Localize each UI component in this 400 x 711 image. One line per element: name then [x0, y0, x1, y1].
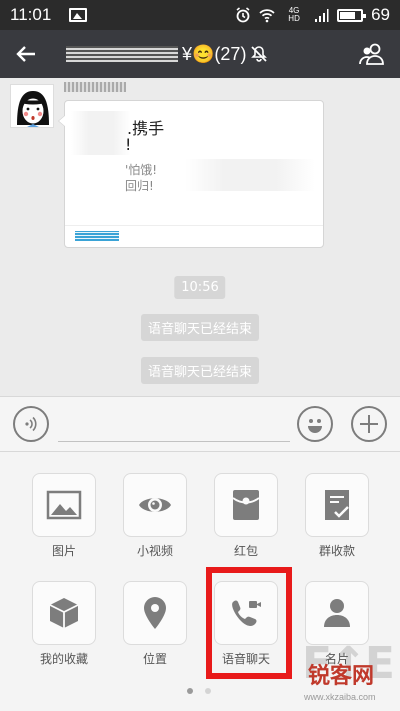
voice-input-button[interactable]	[13, 406, 49, 442]
watermark-title: 锐客网	[308, 664, 375, 689]
panel-label: 图片	[51, 544, 76, 558]
sender-name-redacted	[64, 82, 126, 92]
panel-item-favorites[interactable]	[32, 581, 96, 645]
redacted-group-name	[66, 46, 178, 62]
panel-label: 红包	[233, 544, 258, 558]
more-plus-button[interactable]	[351, 406, 387, 442]
chat-messages: .携手 ! '怕饿! 回归! 10:56 语音聊天已经结束 语音聊天已经结束	[0, 78, 400, 396]
emoji-face-icon	[308, 419, 322, 433]
watermark-url: www.xkzaiba.com	[304, 692, 376, 702]
blurred-region	[71, 111, 131, 155]
message-input-bar	[0, 396, 400, 452]
group-title-suffix: ¥😊(27)	[182, 43, 247, 64]
image-icon	[46, 490, 82, 520]
battery-level: 69	[371, 5, 390, 24]
battery-icon	[337, 8, 367, 22]
system-message: 语音聊天已经结束	[140, 314, 260, 341]
emoji-button[interactable]	[297, 406, 333, 442]
network-badge: 4G HD	[288, 6, 300, 23]
shared-link-card[interactable]: .携手 ! '怕饿! 回归!	[58, 100, 324, 248]
card-desc-line-2: 回归!	[125, 179, 154, 193]
message-timestamp: 10:56	[174, 276, 226, 299]
panel-item-location[interactable]	[123, 581, 187, 645]
group-people-icon	[359, 43, 384, 65]
card-title-line-2: !	[125, 135, 132, 154]
panel-item-red-packet[interactable]	[214, 473, 278, 537]
card-desc-line-1: '怕饿!	[125, 163, 158, 177]
location-pin-icon	[144, 597, 166, 629]
watermark-logo: F↑E 锐客网 www.xkzaiba.com	[302, 638, 398, 706]
message-text-input[interactable]	[58, 441, 290, 442]
panel-label: 位置	[142, 652, 167, 666]
contact-card-icon	[324, 599, 350, 627]
panel-item-group-collect[interactable]	[305, 473, 369, 537]
panel-label: 小视频	[136, 544, 173, 558]
avatar[interactable]	[10, 84, 54, 128]
back-arrow-icon	[16, 46, 35, 62]
status-time: 11:01	[10, 5, 52, 24]
avatar-girl-icon	[11, 85, 53, 127]
panel-label: 群收款	[318, 544, 355, 558]
panel-item-photos[interactable]	[32, 473, 96, 537]
card-title-line-1: .携手	[127, 119, 165, 138]
page-indicator[interactable]	[205, 688, 211, 694]
chat-title: ¥😊(27)	[52, 44, 344, 65]
system-message: 语音聊天已经结束	[140, 357, 260, 384]
chat-header: ¥😊(27)	[0, 30, 400, 78]
gallery-notification-icon	[69, 8, 88, 22]
favorites-cube-icon	[49, 598, 79, 628]
wifi-icon	[259, 9, 275, 23]
red-packet-icon	[232, 490, 260, 520]
signal-icon	[315, 9, 329, 22]
panel-label: 我的收藏	[39, 652, 88, 666]
status-bar: 11:01 4G HD 69	[0, 0, 400, 30]
video-eye-icon	[139, 498, 171, 512]
back-button[interactable]	[0, 30, 52, 78]
alarm-icon	[236, 7, 250, 23]
card-divider	[65, 225, 323, 226]
group-members-button[interactable]	[344, 30, 400, 78]
page-indicator-active	[187, 688, 193, 694]
highlight-box	[206, 567, 292, 679]
panel-item-short-video[interactable]	[123, 473, 187, 537]
plus-icon	[360, 415, 378, 433]
mute-bell-icon	[251, 46, 268, 62]
panel-item-contact-card[interactable]	[305, 581, 369, 645]
blurred-region	[185, 159, 315, 191]
voice-wave-icon	[25, 416, 37, 432]
card-source-logo	[75, 231, 119, 241]
group-collect-icon	[325, 490, 349, 520]
